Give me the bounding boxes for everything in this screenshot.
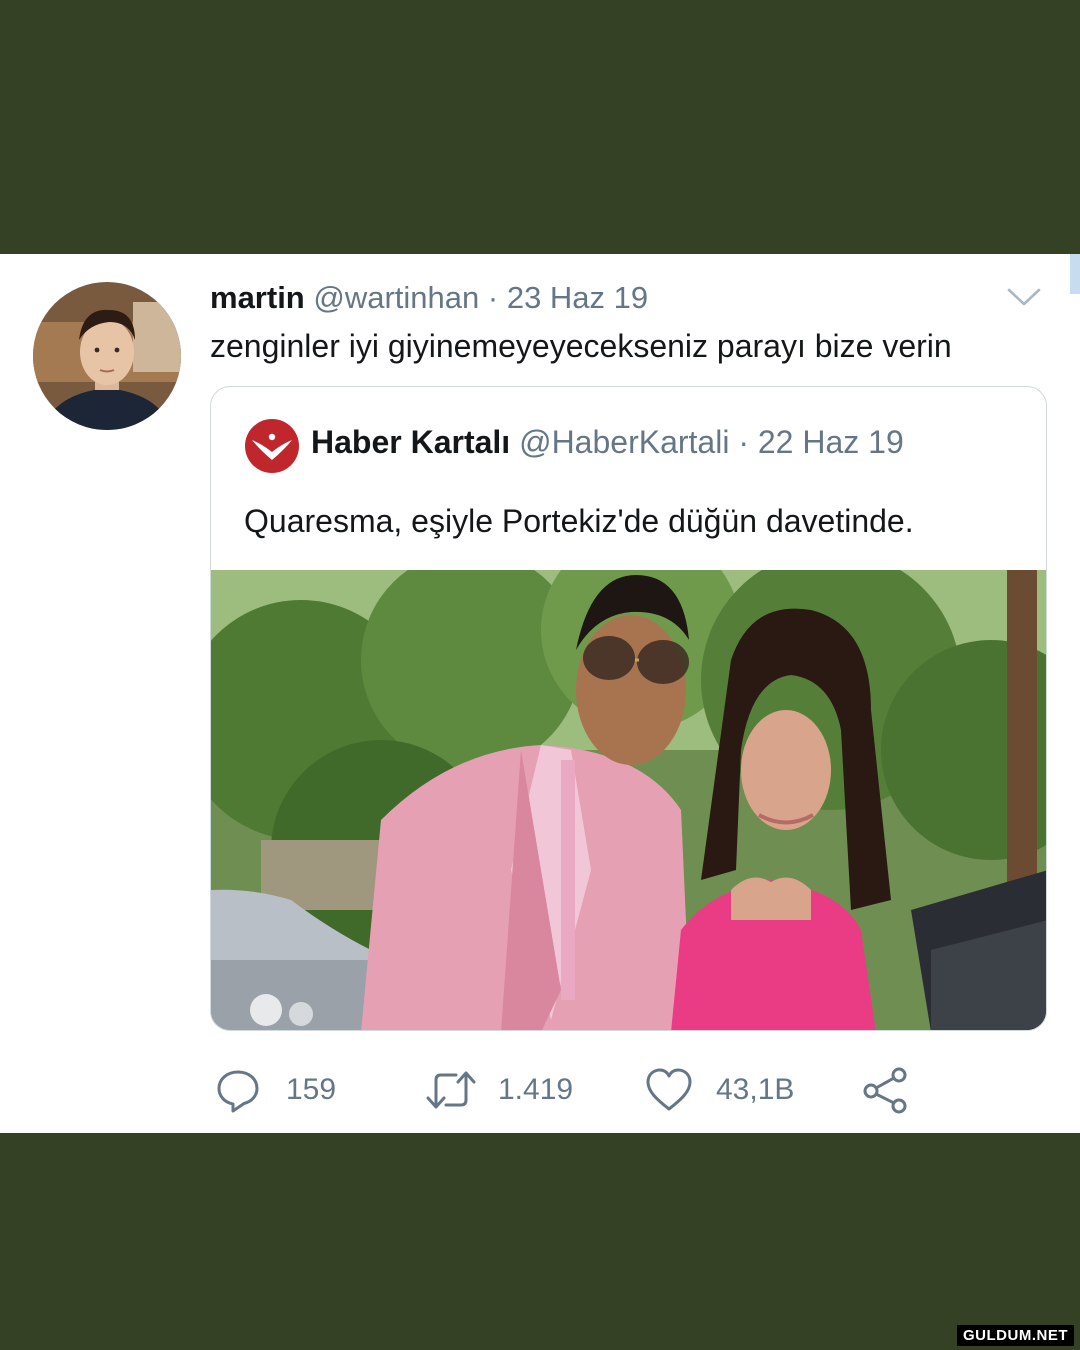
tweet-date[interactable]: 23 Haz 19 (507, 280, 648, 315)
watermark: GULDUM.NET (957, 1325, 1074, 1346)
quoted-display-name[interactable]: Haber Kartalı (311, 424, 510, 460)
like-icon (646, 1068, 692, 1111)
user-handle[interactable]: @wartinhan (313, 280, 479, 315)
scrollbar-thumb[interactable] (1070, 254, 1080, 294)
tweet-card[interactable]: martin @wartinhan · 23 Haz 19 zenginler … (0, 254, 1080, 1133)
chevron-down-icon[interactable] (1006, 287, 1042, 307)
retweet-icon (426, 1071, 476, 1109)
quoted-tweet-date[interactable]: 22 Haz 19 (758, 424, 904, 460)
share-icon (863, 1067, 907, 1114)
retweet-count: 1.419 (498, 1073, 574, 1106)
like-button[interactable]: 43,1B (644, 1062, 794, 1118)
quoted-user-handle[interactable]: @HaberKartali (519, 424, 729, 460)
like-count: 43,1B (716, 1073, 795, 1106)
separator-dot: · (729, 424, 758, 460)
reply-button[interactable]: 159 (214, 1062, 336, 1118)
separator-dot: · (479, 280, 507, 315)
share-button[interactable] (860, 1062, 910, 1118)
haber-kartali-logo-icon (245, 419, 299, 473)
tweet-text: zenginler iyi giyinemeyeyecekseniz paray… (210, 328, 952, 364)
quoted-tweet-header: Haber Kartalı @HaberKartali · 22 Haz 19 (311, 424, 904, 461)
tweet-header: martin @wartinhan · 23 Haz 19 (210, 280, 648, 316)
reply-icon (217, 1070, 259, 1113)
display-name[interactable]: martin (210, 280, 305, 315)
quoted-tweet[interactable]: Haber Kartalı @HaberKartali · 22 Haz 19 … (210, 386, 1047, 1031)
tweet-actions: 159 1.419 43,1B (0, 1062, 1080, 1118)
reply-count: 159 (286, 1073, 337, 1106)
quoted-tweet-text: Quaresma, eşiyle Portekiz'de düğün davet… (244, 503, 914, 539)
avatar[interactable] (33, 282, 181, 430)
quoted-tweet-photo[interactable] (211, 570, 1047, 1031)
retweet-button[interactable]: 1.419 (424, 1062, 573, 1118)
